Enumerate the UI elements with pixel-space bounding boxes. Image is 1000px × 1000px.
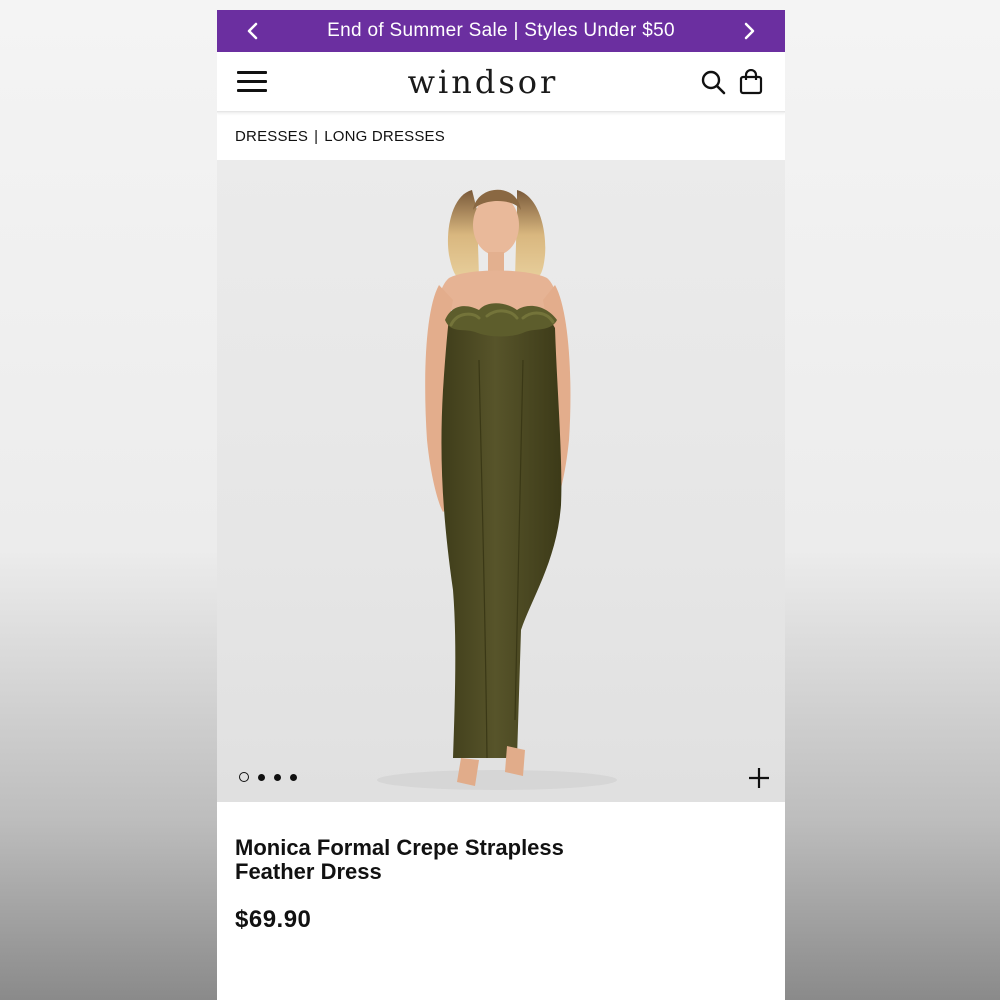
gallery-dot-2[interactable]: [258, 773, 265, 781]
product-price: $69.90: [235, 906, 312, 933]
zoom-button[interactable]: [747, 766, 771, 790]
gallery-pagination: [239, 772, 297, 782]
breadcrumb: DRESSES | LONG DRESSES: [217, 112, 785, 160]
search-button[interactable]: [699, 68, 727, 96]
promo-banner: End of Summer Sale | Styles Under $50: [217, 10, 785, 52]
header-actions: [699, 68, 765, 96]
breadcrumb-item-long-dresses[interactable]: LONG DRESSES: [324, 128, 445, 145]
chevron-left-icon: [247, 22, 258, 40]
shopping-bag-button[interactable]: [737, 68, 765, 96]
mobile-page: End of Summer Sale | Styles Under $50 wi…: [217, 10, 785, 1000]
gallery-dot-1[interactable]: [239, 772, 249, 782]
breadcrumb-separator: |: [314, 128, 319, 145]
plus-icon: [749, 768, 769, 788]
breadcrumb-item-dresses[interactable]: DRESSES: [235, 128, 308, 145]
hamburger-menu-icon[interactable]: [237, 67, 267, 97]
promo-text[interactable]: End of Summer Sale | Styles Under $50: [271, 20, 731, 42]
search-icon: [701, 70, 726, 94]
gallery-dot-3[interactable]: [274, 773, 281, 781]
chevron-right-icon: [744, 22, 755, 40]
site-header: windsor: [217, 52, 785, 112]
product-info: Monica Formal Crepe Strapless Feather Dr…: [217, 802, 785, 934]
product-photo: [377, 189, 617, 790]
product-image-gallery[interactable]: [217, 160, 785, 802]
promo-prev-button[interactable]: [235, 13, 271, 49]
gallery-dot-4[interactable]: [290, 773, 297, 781]
brand-logo[interactable]: windsor: [408, 63, 559, 101]
promo-next-button[interactable]: [731, 13, 767, 49]
product-title: Monica Formal Crepe Strapless Feather Dr…: [235, 835, 564, 884]
shopping-bag-icon: [739, 68, 763, 94]
